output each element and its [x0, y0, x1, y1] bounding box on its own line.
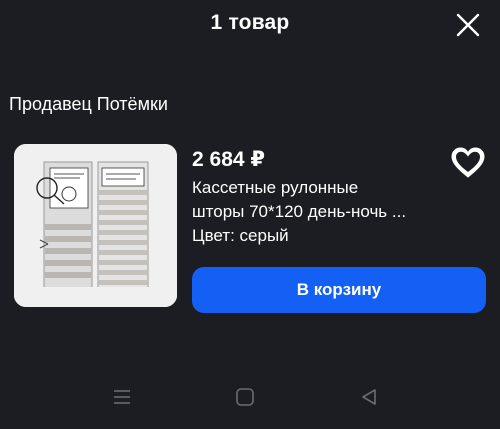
favorite-button[interactable]: [449, 144, 487, 182]
seller-name[interactable]: Продавец Потёмки: [9, 94, 168, 115]
heart-icon: [451, 147, 485, 178]
product-color: Цвет: серый: [192, 226, 289, 245]
nav-home-button[interactable]: [227, 385, 263, 409]
back-triangle-icon: [362, 389, 376, 405]
home-square-icon: [236, 388, 254, 406]
close-icon: [456, 13, 480, 37]
product-name-line2: шторы 70*120 день-ночь ...: [192, 202, 407, 221]
product-name[interactable]: Кассетные рулонные шторы 70*120 день-ноч…: [192, 176, 442, 224]
header: 1 товар: [0, 0, 500, 48]
roller-blind-image: [14, 144, 177, 307]
product-price: 2 684 ₽: [192, 148, 265, 171]
nav-menu-button[interactable]: [104, 385, 140, 409]
nav-back-button[interactable]: [351, 385, 387, 409]
menu-icon: [114, 390, 130, 404]
product-image[interactable]: [14, 144, 177, 307]
product-name-line1: Кассетные рулонные: [192, 178, 359, 197]
system-navbar: [0, 375, 500, 429]
close-button[interactable]: [452, 9, 484, 41]
page-title: 1 товар: [210, 11, 290, 34]
add-to-cart-button[interactable]: В корзину: [192, 267, 486, 313]
